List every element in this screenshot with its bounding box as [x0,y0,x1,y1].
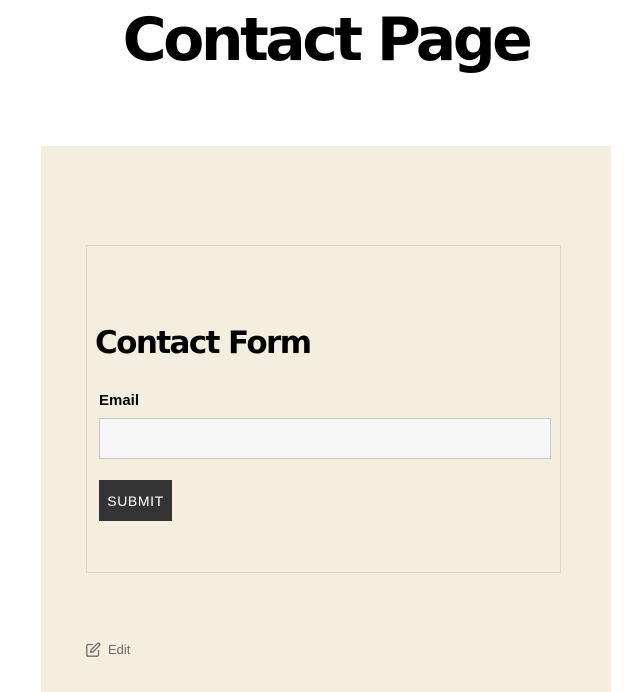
edit-link[interactable]: Edit [85,642,130,658]
page: Contact Page Contact Form Email SUBMIT E… [0,0,636,692]
edit-label: Edit [108,642,131,657]
page-title: Contact Page [122,5,533,75]
email-field[interactable] [99,418,551,459]
content-panel: Contact Form Email SUBMIT Edit [41,146,611,692]
email-label: Email [99,392,140,409]
contact-form: Contact Form Email SUBMIT [86,245,561,573]
submit-button[interactable]: SUBMIT [99,480,172,521]
form-title: Contact Form [95,325,312,361]
edit-pencil-icon [85,642,101,658]
